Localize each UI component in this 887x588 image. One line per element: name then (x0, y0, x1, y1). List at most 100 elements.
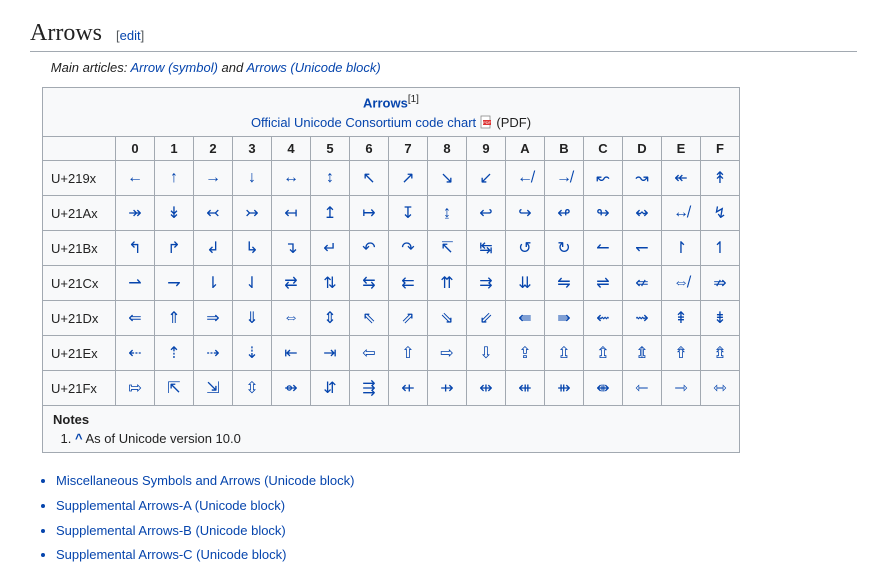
char-cell[interactable]: ⇬ (584, 336, 623, 371)
char-cell[interactable]: ⇪ (506, 336, 545, 371)
char-cell[interactable]: ⇕ (311, 301, 350, 336)
char-cell[interactable]: ↓ (233, 161, 272, 196)
char-cell[interactable]: ⇟ (701, 301, 740, 336)
hatnote-link-arrow-symbol[interactable]: Arrow (symbol) (131, 60, 218, 75)
char-cell[interactable]: ⇁ (155, 266, 194, 301)
char-cell[interactable]: ↻ (545, 231, 584, 266)
char-cell[interactable]: ⇐ (116, 301, 155, 336)
char-cell[interactable]: ↪ (506, 196, 545, 231)
char-cell[interactable]: ⇳ (233, 371, 272, 406)
char-cell[interactable]: ↭ (623, 196, 662, 231)
char-cell[interactable]: ↼ (584, 231, 623, 266)
char-cell[interactable]: ↿ (701, 231, 740, 266)
char-cell[interactable]: ⇯ (701, 336, 740, 371)
char-cell[interactable]: ⇱ (155, 371, 194, 406)
char-cell[interactable]: ↴ (272, 231, 311, 266)
seealso-link[interactable]: Supplemental Arrows-B (Unicode block) (56, 523, 286, 538)
char-cell[interactable]: ↵ (311, 231, 350, 266)
char-cell[interactable]: ⇨ (428, 336, 467, 371)
char-cell[interactable]: ↔ (272, 161, 311, 196)
char-cell[interactable]: ⇘ (428, 301, 467, 336)
char-cell[interactable]: ⇈ (428, 266, 467, 301)
char-cell[interactable]: ↰ (116, 231, 155, 266)
char-cell[interactable]: ⇌ (584, 266, 623, 301)
char-cell[interactable]: ↚ (506, 161, 545, 196)
char-cell[interactable]: ⇅ (311, 266, 350, 301)
char-cell[interactable]: ⇠ (116, 336, 155, 371)
char-cell[interactable]: ↦ (350, 196, 389, 231)
char-cell[interactable]: ↘ (428, 161, 467, 196)
char-cell[interactable]: ↙ (467, 161, 506, 196)
char-cell[interactable]: ⇹ (467, 371, 506, 406)
char-cell[interactable]: ↢ (194, 196, 233, 231)
char-cell[interactable]: ↞ (662, 161, 701, 196)
char-cell[interactable]: ⇾ (662, 371, 701, 406)
char-cell[interactable]: ↾ (662, 231, 701, 266)
chart-title-link[interactable]: Arrows (363, 95, 408, 110)
char-cell[interactable]: ↬ (584, 196, 623, 231)
char-cell[interactable]: ⇶ (350, 371, 389, 406)
char-cell[interactable]: ⇖ (350, 301, 389, 336)
char-cell[interactable]: ⇔ (272, 301, 311, 336)
char-cell[interactable]: ↠ (116, 196, 155, 231)
char-cell[interactable]: ⇼ (584, 371, 623, 406)
char-cell[interactable]: ↳ (233, 231, 272, 266)
char-cell[interactable]: ⇉ (467, 266, 506, 301)
chart-ref[interactable]: [1] (408, 94, 419, 105)
chart-subtitle-link[interactable]: Official Unicode Consortium code chart (251, 115, 476, 130)
char-cell[interactable]: ⇋ (545, 266, 584, 301)
char-cell[interactable]: ↶ (350, 231, 389, 266)
char-cell[interactable]: ⇤ (272, 336, 311, 371)
char-cell[interactable]: ⇑ (155, 301, 194, 336)
char-cell[interactable]: ↷ (389, 231, 428, 266)
char-cell[interactable]: ↝ (623, 161, 662, 196)
char-cell[interactable]: ↱ (155, 231, 194, 266)
char-cell[interactable]: ⇜ (584, 301, 623, 336)
char-cell[interactable]: ⇓ (233, 301, 272, 336)
char-cell[interactable]: ⇧ (389, 336, 428, 371)
char-cell[interactable]: ⇦ (350, 336, 389, 371)
char-cell[interactable]: ↛ (545, 161, 584, 196)
char-cell[interactable]: ⇞ (662, 301, 701, 336)
seealso-link[interactable]: Supplemental Arrows-C (Unicode block) (56, 547, 286, 562)
char-cell[interactable]: ↥ (311, 196, 350, 231)
char-cell[interactable]: ↯ (701, 196, 740, 231)
char-cell[interactable]: ⇺ (506, 371, 545, 406)
char-cell[interactable]: ⇛ (545, 301, 584, 336)
char-cell[interactable]: ↽ (623, 231, 662, 266)
char-cell[interactable]: ⇂ (194, 266, 233, 301)
char-cell[interactable]: ↺ (506, 231, 545, 266)
char-cell[interactable]: ⇎ (662, 266, 701, 301)
edit-link[interactable]: edit (120, 28, 141, 43)
char-cell[interactable]: ↲ (194, 231, 233, 266)
char-cell[interactable]: ⇸ (428, 371, 467, 406)
char-cell[interactable]: ↮ (662, 196, 701, 231)
char-cell[interactable]: ↟ (701, 161, 740, 196)
char-cell[interactable]: ↧ (389, 196, 428, 231)
char-cell[interactable]: → (194, 161, 233, 196)
char-cell[interactable]: ⇽ (623, 371, 662, 406)
char-cell[interactable]: ⇄ (272, 266, 311, 301)
seealso-link[interactable]: Miscellaneous Symbols and Arrows (Unicod… (56, 473, 354, 488)
char-cell[interactable]: ⇿ (701, 371, 740, 406)
char-cell[interactable]: ⇆ (350, 266, 389, 301)
char-cell[interactable]: ⇊ (506, 266, 545, 301)
char-cell[interactable]: ↣ (233, 196, 272, 231)
char-cell[interactable]: ↖ (350, 161, 389, 196)
char-cell[interactable]: ⇻ (545, 371, 584, 406)
char-cell[interactable]: ⇚ (506, 301, 545, 336)
char-cell[interactable]: ↹ (467, 231, 506, 266)
note-caret[interactable]: ^ (75, 431, 83, 446)
char-cell[interactable]: ↗ (389, 161, 428, 196)
char-cell[interactable]: ⇀ (116, 266, 155, 301)
char-cell[interactable]: ⇫ (545, 336, 584, 371)
char-cell[interactable]: ⇃ (233, 266, 272, 301)
char-cell[interactable]: ⇩ (467, 336, 506, 371)
char-cell[interactable]: ⇙ (467, 301, 506, 336)
char-cell[interactable]: ⇷ (389, 371, 428, 406)
char-cell[interactable]: ⇭ (623, 336, 662, 371)
char-cell[interactable]: ⇇ (389, 266, 428, 301)
char-cell[interactable]: ⇰ (116, 371, 155, 406)
char-cell[interactable]: ↩ (467, 196, 506, 231)
char-cell[interactable]: ↫ (545, 196, 584, 231)
